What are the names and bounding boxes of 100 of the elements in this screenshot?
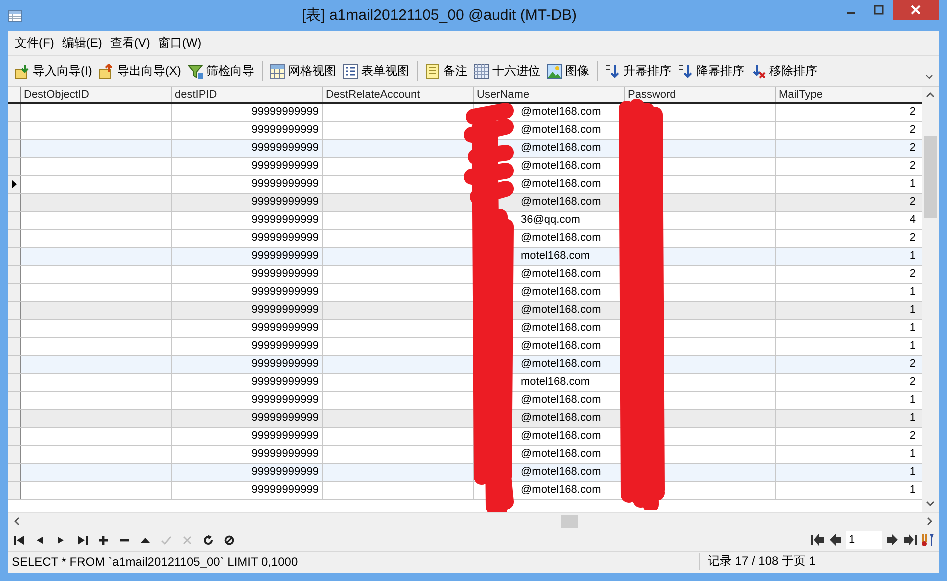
previous-page-icon[interactable] [829, 534, 842, 546]
table-row[interactable]: 99999999999 @motel168.com 1 [8, 284, 922, 302]
table-cell: @motel168.com [474, 158, 625, 175]
table-row[interactable]: 99999999999 @motel168.com 2 [8, 104, 922, 122]
column-header[interactable]: destIPID [172, 87, 323, 102]
table-row[interactable]: 99999999999 36@qq.com 4 [8, 212, 922, 230]
table-cell: @motel168.com [474, 122, 625, 139]
table-cell: 99999999999 [172, 104, 323, 121]
table-row[interactable]: 99999999999 @motel168.com 2 [8, 266, 922, 284]
table-cell: @motel168.com [474, 338, 625, 355]
table-cell-text: 2 [908, 141, 916, 156]
table-cell-text: 2 [908, 123, 916, 138]
table-cell: 99999999999 [172, 356, 323, 373]
plus-icon[interactable] [98, 534, 109, 546]
column-header[interactable]: DestObjectID [21, 87, 172, 102]
horizontal-scrollbar[interactable] [8, 512, 939, 529]
scrollbar-thumb[interactable] [924, 136, 937, 218]
table-row[interactable]: 99999999999 @motel168.com 1 [8, 338, 922, 356]
table-cell: motel168.com [474, 374, 625, 391]
table-row[interactable]: 99999999999 motel168.com 2 [8, 374, 922, 392]
table-cell: 99999999999 [172, 248, 323, 265]
toolbar-button[interactable]: 移除排序 [748, 60, 820, 82]
menu-item[interactable]: 编辑(E) [58, 32, 106, 54]
menu-item[interactable]: 文件(F) [11, 32, 58, 54]
next-page-icon[interactable] [886, 534, 899, 546]
table-cell: @motel168.com [474, 266, 625, 283]
overflow-icon[interactable] [926, 75, 933, 80]
close-icon[interactable] [911, 5, 921, 15]
table-cell-text: 1 [908, 393, 916, 408]
table-row[interactable]: 99999999999 @motel168.com 1 [8, 302, 922, 320]
grid-icon [270, 64, 286, 78]
close-button[interactable] [893, 0, 939, 20]
form-icon [343, 64, 358, 78]
toolbar-button[interactable]: 备注 [422, 60, 470, 82]
table-row[interactable]: 99999999999 @motel168.com 1 [8, 482, 922, 500]
table-cell: @motel168.com [474, 302, 625, 319]
record-count: 记录 17 / 108 于页 1 [699, 553, 939, 570]
vertical-scrollbar[interactable] [922, 87, 939, 512]
toolbar-button[interactable]: 降幂排序 [675, 60, 748, 82]
last-page-icon[interactable] [903, 534, 917, 546]
table-row[interactable]: 99999999999 @motel168.com 2 [8, 428, 922, 446]
menu-item[interactable]: 查看(V) [106, 32, 154, 54]
table-row[interactable]: 99999999999 @motel168.com 1 [8, 392, 922, 410]
table-row[interactable]: 99999999999 motel168.com 1 [8, 248, 922, 266]
table-row[interactable]: 99999999999 @motel168.com 1 [8, 176, 922, 194]
first-page-icon[interactable] [811, 534, 825, 546]
table-row[interactable]: 99999999999 @motel168.com 2 [8, 356, 922, 374]
table-cell-text: 2 [908, 105, 916, 120]
toolbar-button[interactable]: 导入向导(I) [12, 60, 96, 82]
table-row[interactable]: 99999999999 @motel168.com 1 [8, 410, 922, 428]
table-row[interactable]: 99999999999 @motel168.com 1 [8, 446, 922, 464]
column-header[interactable]: Password [625, 87, 776, 102]
menu-item[interactable]: 窗口(W) [154, 32, 206, 54]
table-cell-text: 2 [908, 195, 916, 210]
table-cell: 99999999999 [172, 428, 323, 445]
page-field[interactable]: 1 [846, 531, 882, 549]
toolbar-button[interactable]: 导出向导(X) [96, 60, 184, 82]
stop-icon[interactable] [224, 534, 235, 546]
refresh-icon[interactable] [203, 534, 214, 546]
table-row[interactable]: 99999999999 @motel168.com 2 [8, 230, 922, 248]
table-cell-text: 2 [908, 375, 916, 390]
first-record-icon[interactable] [14, 534, 25, 546]
table-cell: 99999999999 [172, 446, 323, 463]
table-cell: 99999999999 [172, 122, 323, 139]
filter-tool-icon[interactable] [921, 533, 935, 547]
table-row[interactable]: 99999999999 @motel168.com 1 [8, 320, 922, 338]
table-cell: 99999999999 [172, 140, 323, 157]
toolbar-button[interactable]: 升幂排序 [602, 60, 674, 82]
last-record-icon[interactable] [77, 534, 88, 546]
table-cell: @motel168.com [474, 284, 625, 301]
table-cell: 99999999999 [172, 266, 323, 283]
previous-record-icon[interactable] [35, 534, 46, 546]
table-cell: @motel168.com [474, 176, 625, 193]
table-row[interactable]: 99999999999 @motel168.com 1 [8, 464, 922, 482]
table-cell: 99999999999 [172, 392, 323, 409]
table-cell: 99999999999 [172, 158, 323, 175]
table-row[interactable]: 99999999999 @motel168.com 2 [8, 122, 922, 140]
toolbar-button[interactable]: 图像 [544, 60, 592, 82]
column-header[interactable]: DestRelateAccount [323, 87, 474, 102]
table-cell: 99999999999 [172, 212, 323, 229]
filter-icon [188, 64, 204, 78]
toolbar-button[interactable]: 筛检向导 [185, 60, 258, 82]
toolbar-button[interactable]: 网格视图 [267, 60, 340, 82]
scroll-down-icon [926, 501, 935, 507]
toolbar-button[interactable]: 十六进位 [471, 60, 544, 82]
maximize-icon[interactable] [874, 5, 884, 15]
table-cell-text: 2 [908, 231, 916, 246]
table-cell-text: 2 [908, 159, 916, 174]
toolbar-button[interactable]: 表单视图 [340, 60, 412, 82]
table-cell: @motel168.com [474, 482, 625, 499]
table-row[interactable]: 99999999999 @motel168.com 2 [8, 158, 922, 176]
column-header[interactable]: UserName [474, 87, 625, 102]
window-title: [表] a1mail20121105_00 @audit (MT-DB) [300, 6, 578, 25]
table-cell: @motel168.com [474, 446, 625, 463]
table-cell: 99999999999 [172, 338, 323, 355]
scrollbar-thumb[interactable] [561, 515, 578, 528]
table-row[interactable]: 99999999999 @motel168.com 2 [8, 194, 922, 212]
row-indicator[interactable] [8, 176, 21, 193]
window-icon [8, 10, 22, 22]
table-row[interactable]: 99999999999 @motel168.com 2 [8, 140, 922, 158]
